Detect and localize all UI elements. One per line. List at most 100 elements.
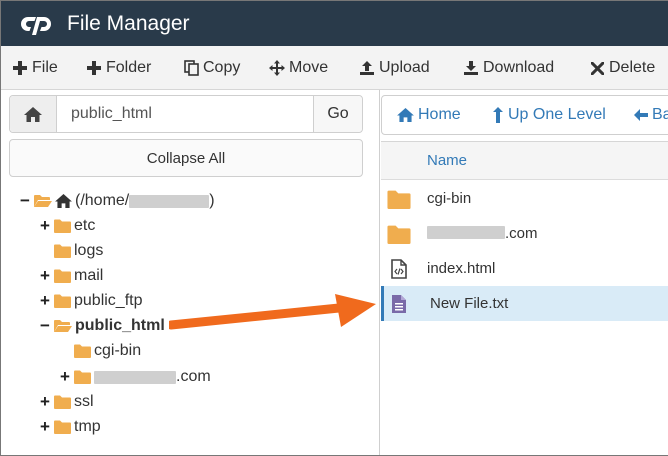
tree-item-label: public_ftp xyxy=(74,292,143,309)
home-label: Home xyxy=(418,106,461,123)
tree-root-prefix: (/home/ xyxy=(75,192,130,209)
tree-item-label: etc xyxy=(74,217,96,234)
path-input[interactable] xyxy=(57,96,313,132)
tree-item-tmp[interactable]: + tmp xyxy=(39,416,101,438)
tree-item-mail[interactable]: + mail xyxy=(39,265,103,287)
tree-root[interactable]: − (/home/ ) xyxy=(19,190,215,212)
home-icon xyxy=(24,106,42,122)
text-file-icon xyxy=(387,292,411,316)
folder-icon xyxy=(54,269,71,283)
cpanel-logo-icon xyxy=(21,16,51,35)
redacted-username xyxy=(129,194,210,208)
arrow-left-icon xyxy=(634,109,648,121)
tree-item-label: ssl xyxy=(74,393,94,410)
name-column-header[interactable]: Name xyxy=(427,152,467,169)
expand-toggle[interactable]: + xyxy=(39,266,51,286)
expand-toggle[interactable]: + xyxy=(39,216,51,236)
download-label: Download xyxy=(483,59,555,76)
path-bar: Go xyxy=(9,95,363,133)
tree-item-public-html[interactable]: − public_html xyxy=(39,315,165,337)
redacted-domain xyxy=(94,370,176,384)
expand-toggle[interactable]: + xyxy=(39,417,51,437)
back-button[interactable]: Ba xyxy=(634,96,668,134)
level-up-icon xyxy=(493,107,503,123)
home-icon xyxy=(55,194,72,208)
table-row-selected[interactable]: New File.txt xyxy=(381,286,668,321)
tree-item-label: tmp xyxy=(74,418,101,435)
copy-button[interactable]: Copy xyxy=(182,46,240,90)
delete-label: Delete xyxy=(609,59,656,76)
close-icon xyxy=(588,59,606,77)
tree-root-suffix: ) xyxy=(209,192,215,209)
new-file-button[interactable]: File xyxy=(11,46,58,90)
tree-item-label: .com xyxy=(176,368,211,385)
home-icon xyxy=(397,108,414,122)
expand-toggle[interactable]: + xyxy=(59,367,71,387)
tree-item-label: mail xyxy=(74,267,104,284)
upload-icon xyxy=(358,59,376,77)
expand-toggle[interactable]: + xyxy=(39,392,51,412)
move-label: Move xyxy=(289,59,329,76)
upload-label: Upload xyxy=(379,59,430,76)
tree-item-label: cgi-bin xyxy=(94,342,142,359)
download-button[interactable]: Download xyxy=(462,46,554,90)
folder-open-icon xyxy=(34,194,52,208)
folder-icon xyxy=(74,344,91,358)
panel-splitter[interactable] xyxy=(379,90,380,455)
collapse-toggle[interactable]: − xyxy=(19,191,31,211)
redacted-domain xyxy=(427,226,505,239)
cpanel-logo[interactable] xyxy=(19,11,55,37)
move-icon xyxy=(268,59,286,77)
tree-item-domain[interactable]: + .com xyxy=(59,366,211,388)
expand-toggle[interactable]: + xyxy=(39,291,51,311)
annotation-arrow xyxy=(169,294,376,330)
html-file-icon xyxy=(387,257,411,281)
folder-icon xyxy=(74,370,91,384)
up-one-level-button[interactable]: Up One Level xyxy=(492,96,606,134)
collapse-all-button[interactable]: Collapse All xyxy=(9,139,363,177)
folder-icon xyxy=(54,219,71,233)
up-one-level-label: Up One Level xyxy=(508,106,606,123)
folder-icon xyxy=(54,244,71,258)
folder-icon xyxy=(54,420,71,434)
delete-button[interactable]: Delete xyxy=(588,46,655,90)
table-header: Name xyxy=(381,142,668,180)
file-table: Name cgi-bin .com index.html New File.tx… xyxy=(381,141,668,455)
plus-icon xyxy=(11,59,29,77)
folder-icon xyxy=(387,187,411,211)
collapse-toggle[interactable]: − xyxy=(39,316,51,336)
file-manager-window: File Manager File Folder Copy Move Uploa… xyxy=(0,0,668,456)
folder-icon xyxy=(387,222,411,246)
tree-item-etc[interactable]: + etc xyxy=(39,215,95,237)
download-icon xyxy=(462,59,480,77)
tree-item-public-ftp[interactable]: + public_ftp xyxy=(39,290,143,312)
tree-item-label: public_html xyxy=(75,317,165,334)
home-path-button[interactable] xyxy=(10,96,57,132)
home-button[interactable]: Home xyxy=(397,96,461,134)
table-row[interactable]: .com xyxy=(381,216,668,251)
move-button[interactable]: Move xyxy=(268,46,328,90)
directory-nav: Home Up One Level Ba xyxy=(381,95,668,135)
file-name: .com xyxy=(427,225,538,242)
table-row[interactable]: cgi-bin xyxy=(381,181,668,216)
new-folder-label: Folder xyxy=(106,59,152,76)
new-file-label: File xyxy=(32,59,58,76)
plus-icon xyxy=(85,59,103,77)
back-label: Ba xyxy=(652,106,668,123)
folder-open-icon xyxy=(54,319,72,333)
upload-button[interactable]: Upload xyxy=(358,46,430,90)
tree-item-logs[interactable]: logs xyxy=(39,240,103,262)
new-folder-button[interactable]: Folder xyxy=(85,46,151,90)
file-name: New File.txt xyxy=(430,295,509,312)
file-name: cgi-bin xyxy=(427,190,472,207)
table-row[interactable]: index.html xyxy=(381,251,668,286)
copy-icon xyxy=(182,59,200,77)
tree-item-ssl[interactable]: + ssl xyxy=(39,391,94,413)
file-name: index.html xyxy=(427,260,496,277)
tree-item-label: logs xyxy=(74,242,104,259)
app-header: File Manager xyxy=(1,1,668,46)
go-button[interactable]: Go xyxy=(313,96,362,132)
toolbar: File Folder Copy Move Upload Download De… xyxy=(1,46,668,90)
tree-item-cgi-bin[interactable]: cgi-bin xyxy=(59,340,141,362)
copy-label: Copy xyxy=(203,59,241,76)
